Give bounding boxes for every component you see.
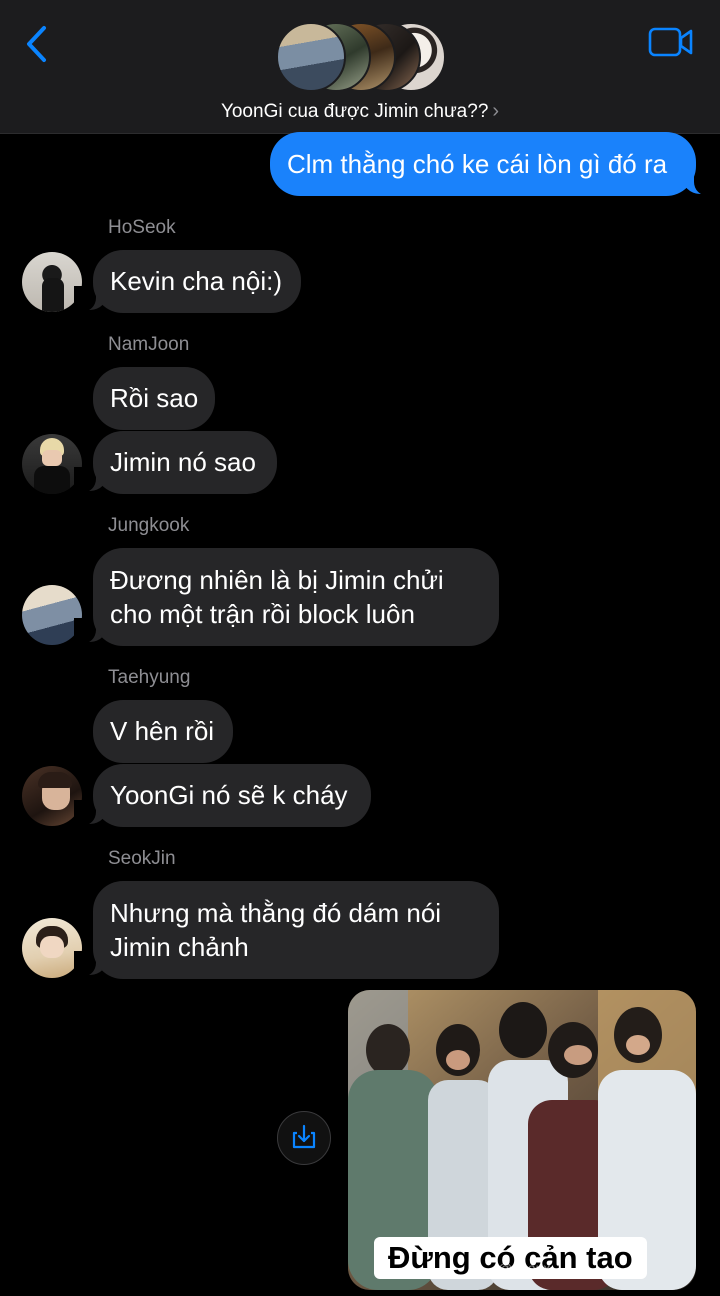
sender-name: HoSeok [108,217,176,238]
sender-name: SeokJin [108,848,176,869]
message-bubble-incoming[interactable]: Đương nhiên là bị Jimin chửi cho một trậ… [93,548,499,646]
message-bubble-outgoing[interactable]: Clm thằng chó ke cái lòn gì đó ra [270,132,696,196]
message-bubble-incoming[interactable]: V hên rồi [93,700,233,763]
avatar-namjoon[interactable] [22,434,82,494]
group-avatar-1 [276,22,346,92]
message-bubble-incoming[interactable]: YoonGi nó sẽ k cháy [93,764,371,827]
message-text: YoonGi nó sẽ k cháy [110,780,348,810]
avatar-jungkook[interactable] [22,585,82,645]
back-chevron-icon[interactable] [20,22,54,66]
sender-name: Jungkook [108,515,190,536]
avatar-taehyung[interactable] [22,766,82,826]
share-download-icon [292,1124,315,1148]
message-text: Jimin nó sao [110,447,256,477]
message-image-outgoing[interactable]: Đừng có cản tao @gaoux [348,990,696,1290]
group-avatar-stack[interactable] [276,22,446,94]
avatar-hoseok[interactable] [22,252,82,312]
sender-name: NamJoon [108,334,190,355]
group-info-chevron-icon: › [492,100,500,122]
avatar-seokjin[interactable] [22,918,82,978]
message-bubble-incoming[interactable]: Jimin nó sao [93,431,277,494]
message-text-line: Nhưng mà thằng đó dám nói [110,898,442,928]
sender-name: Taehyung [108,667,191,688]
message-text: Rồi sao [110,383,199,413]
group-name: YoonGi cua được Jimin chưa?? [220,101,489,122]
message-text-line: Jimin chảnh [110,932,249,962]
message-bubble-incoming[interactable]: Nhưng mà thằng đó dám nói Jimin chảnh [93,881,499,979]
save-media-button[interactable] [277,1111,331,1165]
message-bubble-incoming[interactable]: Rồi sao [93,367,215,430]
video-call-icon[interactable] [648,26,694,58]
chat-header: YoonGi cua được Jimin chưa?? › [0,0,720,134]
group-title[interactable]: YoonGi cua được Jimin chưa?? › [0,100,720,123]
message-text: Clm thằng chó ke cái lòn gì đó ra [287,149,668,179]
message-text-line: Đương nhiên là bị Jimin chửi [110,565,444,595]
watermark-text: @gaoux [498,1260,551,1276]
message-bubble-incoming[interactable]: Kevin cha nội:) [93,250,301,313]
message-text: Kevin cha nội:) [110,266,282,296]
message-text-line: cho một trận rồi block luôn [110,599,415,629]
message-text: V hên rồi [110,716,215,746]
